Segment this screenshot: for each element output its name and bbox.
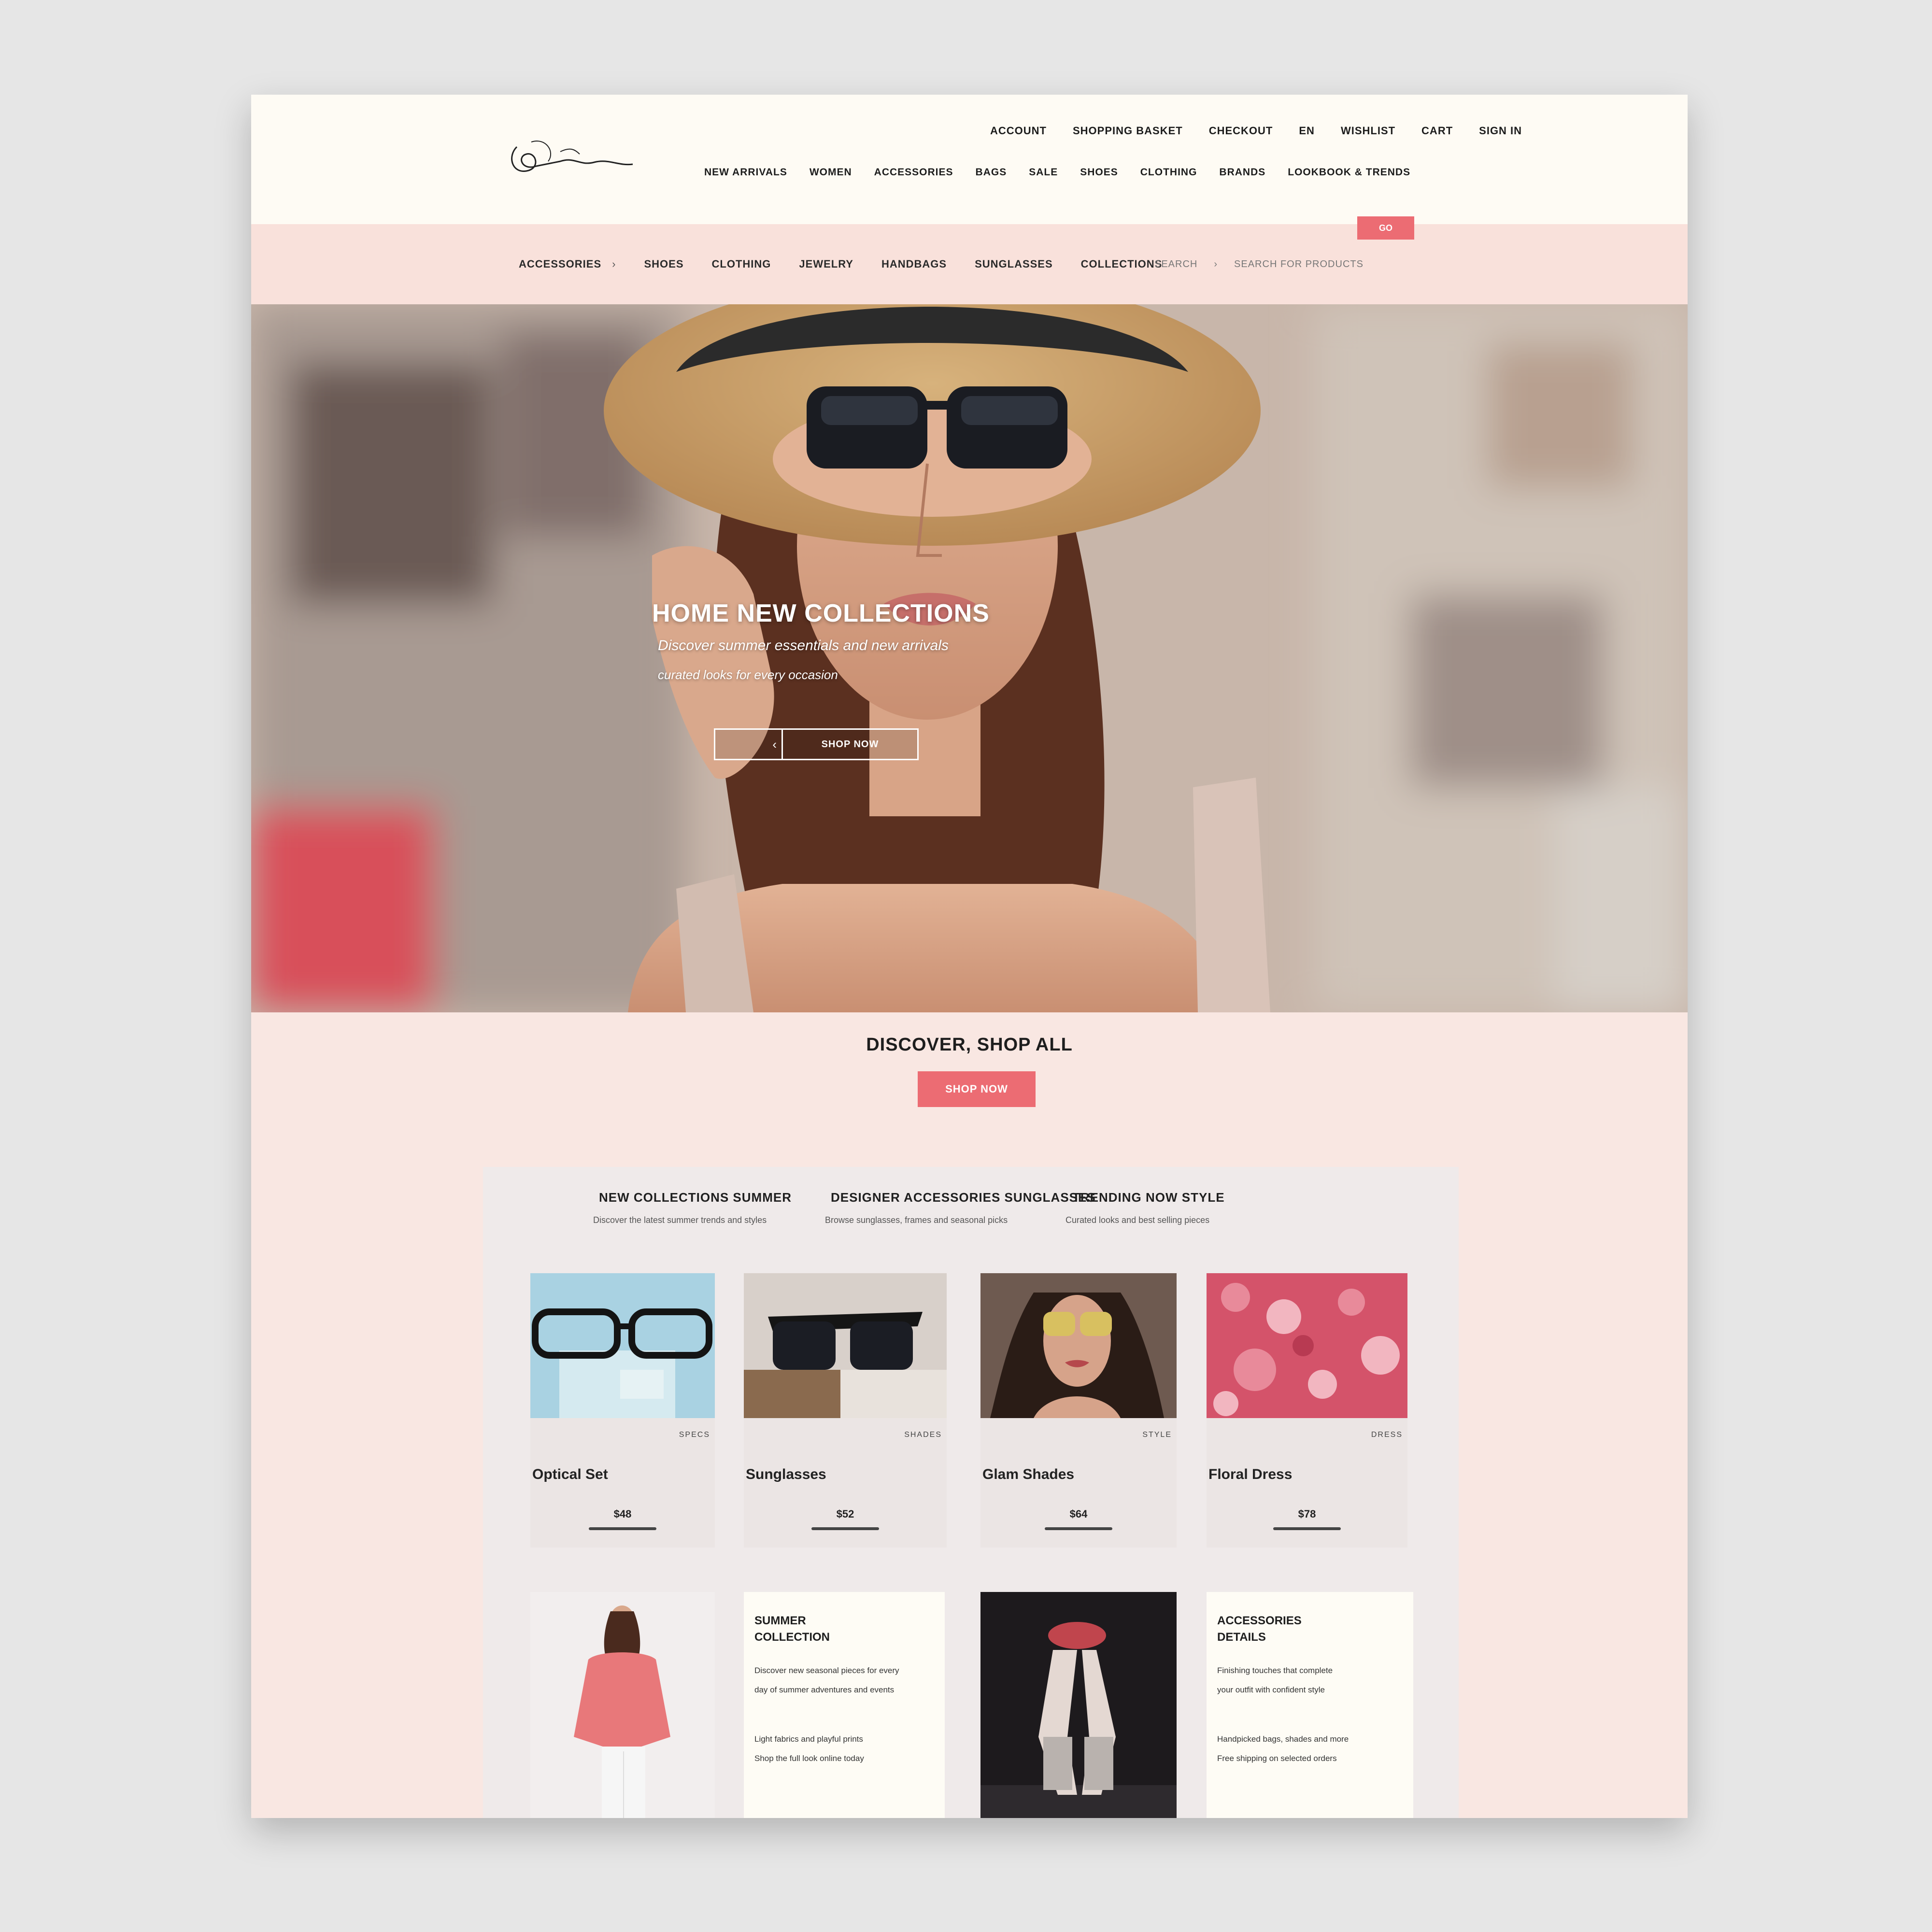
logo[interactable] xyxy=(502,128,647,185)
products-panel: NEW COLLECTIONS SUMMER Discover the late… xyxy=(483,1167,1459,1818)
feature-text-line: Free shipping on selected orders xyxy=(1217,1754,1337,1763)
nav-item-new-arrivals[interactable]: NEW ARRIVALS xyxy=(704,167,787,178)
nav-item-accessories[interactable]: ACCESSORIES xyxy=(874,167,953,178)
product-card[interactable]: DRESS Floral Dress $78 xyxy=(1207,1273,1407,1548)
feature-text-card: ACCESSORIES DETAILS Finishing touches th… xyxy=(1207,1592,1413,1818)
nav-item-clothing[interactable]: CLOTHING xyxy=(1140,167,1197,178)
product-image-eyeglasses xyxy=(530,1273,715,1418)
product-image-model-shades xyxy=(980,1273,1177,1418)
nav-item-bags[interactable]: BAGS xyxy=(976,167,1007,178)
product-meta: DRESS xyxy=(1371,1431,1403,1439)
utility-link-account[interactable]: ACCOUNT xyxy=(990,125,1047,137)
hero-banner: HOME NEW COLLECTIONS Discover summer ess… xyxy=(251,304,1688,1012)
category-list: ACCESSORIES › SHOES CLOTHING JEWELRY HAN… xyxy=(519,224,1162,304)
category-jewelry[interactable]: JEWELRY xyxy=(799,258,853,270)
logo-icon xyxy=(511,141,633,172)
category-accessories[interactable]: ACCESSORIES xyxy=(519,258,601,270)
product-name[interactable]: Sunglasses xyxy=(746,1466,826,1483)
utility-link-cart[interactable]: CART xyxy=(1421,125,1453,137)
search-button[interactable]: GO xyxy=(1357,216,1414,240)
utility-link-basket[interactable]: SHOPPING BASKET xyxy=(1073,125,1183,137)
product-meta: STYLE xyxy=(1142,1431,1172,1439)
product-price: $64 xyxy=(1069,1508,1088,1520)
product-divider xyxy=(811,1527,879,1530)
product-card[interactable]: STYLE Glam Shades $64 xyxy=(980,1273,1177,1548)
feature-text-line: Finishing touches that complete xyxy=(1217,1666,1333,1675)
search-label: SEARCH xyxy=(1154,258,1198,270)
nav-item-sale[interactable]: SALE xyxy=(1029,167,1058,178)
feature-text-card: SUMMER COLLECTION Discover new seasonal … xyxy=(744,1592,945,1818)
product-name[interactable]: Glam Shades xyxy=(982,1466,1074,1483)
hero-title: HOME NEW COLLECTIONS xyxy=(652,599,990,627)
search-input[interactable]: SEARCH FOR PRODUCTS xyxy=(1234,259,1364,270)
utility-link-language[interactable]: EN xyxy=(1299,125,1315,137)
category-sunglasses[interactable]: SUNGLASSES xyxy=(975,258,1053,270)
nav-item-women[interactable]: WOMEN xyxy=(810,167,852,178)
feature-text-line: Shop the full look online today xyxy=(754,1754,864,1763)
category-clothing[interactable]: CLOTHING xyxy=(712,258,771,270)
product-divider xyxy=(1045,1527,1112,1530)
utility-nav: ACCOUNT SHOPPING BASKET CHECKOUT EN WISH… xyxy=(990,119,1522,143)
feature-text-line: Light fabrics and playful prints xyxy=(754,1734,863,1744)
product-divider xyxy=(589,1527,656,1530)
search-area: SEARCH › SEARCH FOR PRODUCTS xyxy=(1154,224,1364,304)
nav-item-lookbook[interactable]: LOOKBOOK & TRENDS xyxy=(1288,167,1410,178)
column-subheading: Browse sunglasses, frames and seasonal p… xyxy=(825,1215,1008,1225)
feature-text-line: day of summer adventures and events xyxy=(754,1685,895,1694)
feature-text-line: your outfit with confident style xyxy=(1217,1685,1325,1694)
feature-title-secondary: DETAILS xyxy=(1217,1631,1266,1644)
nav-item-brands[interactable]: BRANDS xyxy=(1219,167,1265,178)
product-card[interactable]: SHADES Sunglasses $52 xyxy=(744,1273,947,1548)
utility-link-signin[interactable]: SIGN IN xyxy=(1479,125,1522,137)
category-collections[interactable]: COLLECTIONS xyxy=(1081,258,1163,270)
utility-link-checkout[interactable]: CHECKOUT xyxy=(1209,125,1273,137)
product-price: $52 xyxy=(836,1508,854,1520)
product-price: $48 xyxy=(613,1508,632,1520)
feature-image-sandals[interactable] xyxy=(980,1592,1177,1818)
nav-item-shoes[interactable]: SHOES xyxy=(1080,167,1118,178)
column-heading: NEW COLLECTIONS SUMMER xyxy=(599,1190,792,1205)
hero-subtitle-secondary: curated looks for every occasion xyxy=(658,668,838,682)
chevron-right-icon: › xyxy=(1214,258,1218,270)
category-handbags[interactable]: HANDBAGS xyxy=(881,258,947,270)
product-card[interactable]: SPECS Optical Set $48 xyxy=(530,1273,715,1548)
column-heading: DESIGNER ACCESSORIES SUNGLASSES xyxy=(831,1190,1096,1205)
hero-image xyxy=(251,304,1688,1012)
feature-title-secondary: COLLECTION xyxy=(754,1631,830,1644)
product-meta: SHADES xyxy=(904,1431,942,1439)
hero-cta-label: SHOP NOW xyxy=(821,739,879,750)
main-nav: NEW ARRIVALS WOMEN ACCESSORIES BAGS SALE… xyxy=(704,160,1410,185)
product-name[interactable]: Optical Set xyxy=(532,1466,608,1483)
feature-text-line: Discover new seasonal pieces for every xyxy=(754,1666,899,1675)
promo-button[interactable]: SHOP NOW xyxy=(918,1071,1036,1107)
category-shoes[interactable]: SHOES xyxy=(644,258,683,270)
utility-link-wishlist[interactable]: WISHLIST xyxy=(1341,125,1395,137)
category-bar: ACCESSORIES › SHOES CLOTHING JEWELRY HAN… xyxy=(251,224,1688,304)
feature-title: SUMMER xyxy=(754,1614,806,1627)
promo-title: DISCOVER, SHOP ALL xyxy=(866,1035,1073,1055)
product-image-floral-dress xyxy=(1207,1273,1407,1418)
hero-subtitle: Discover summer essentials and new arriv… xyxy=(658,638,949,653)
feature-image-fashion-model[interactable] xyxy=(530,1592,715,1818)
column-subheading: Curated looks and best selling pieces xyxy=(1065,1215,1210,1225)
chevron-right-icon: › xyxy=(612,258,616,270)
hero-cta-button[interactable]: ‹ SHOP NOW xyxy=(714,728,919,760)
product-name[interactable]: Floral Dress xyxy=(1208,1466,1292,1483)
feature-text-line: Handpicked bags, shades and more xyxy=(1217,1734,1349,1744)
page: ACCOUNT SHOPPING BASKET CHECKOUT EN WISH… xyxy=(251,95,1688,1818)
site-header: ACCOUNT SHOPPING BASKET CHECKOUT EN WISH… xyxy=(251,95,1688,224)
product-image-sunglasses xyxy=(744,1273,947,1418)
feature-title: ACCESSORIES xyxy=(1217,1614,1302,1627)
column-subheading: Discover the latest summer trends and st… xyxy=(593,1215,767,1225)
product-divider xyxy=(1273,1527,1341,1530)
chevron-left-icon: ‹ xyxy=(715,730,783,759)
product-price: $78 xyxy=(1298,1508,1316,1520)
product-meta: SPECS xyxy=(679,1431,710,1439)
column-heading: TRENDING NOW STYLE xyxy=(1072,1190,1225,1205)
